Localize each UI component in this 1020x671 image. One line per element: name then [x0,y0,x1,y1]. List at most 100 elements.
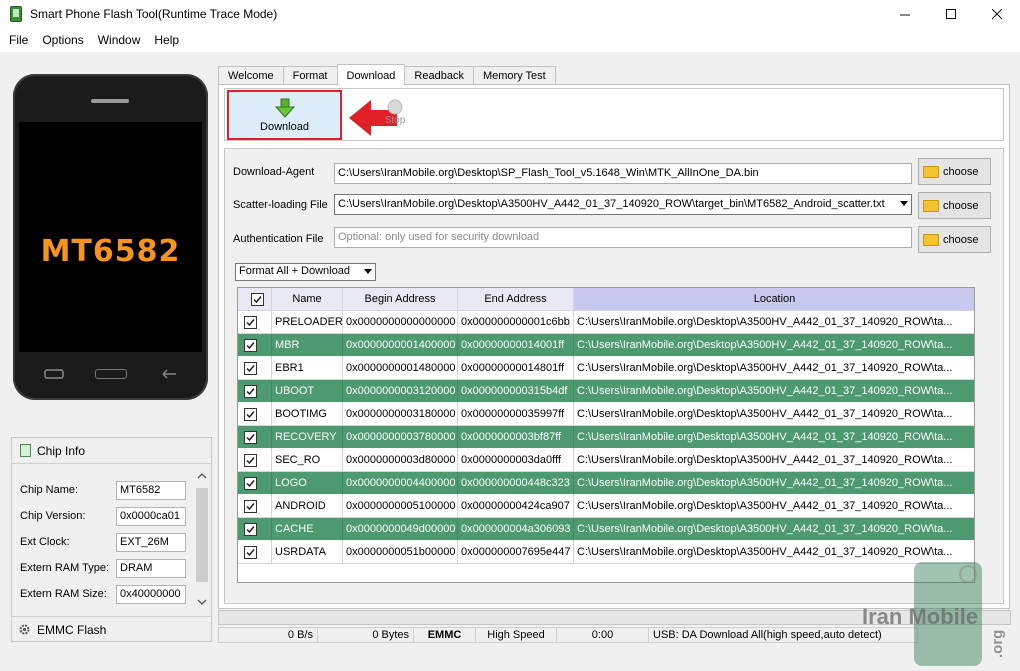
tab-memory-test[interactable]: Memory Test [472,66,556,85]
table-row[interactable]: SEC_RO 0x0000000003d80000 0x0000000003da0f… [238,449,974,472]
gear-icon [19,624,30,635]
emmc-flash-header[interactable]: EMMC Flash [12,616,211,642]
cell-begin-address: 0x0000000000000000 [343,311,458,334]
table-row[interactable]: LOGO 0x0000000004400000 0x000000000448c323… [238,472,974,495]
close-button[interactable] [974,0,1020,28]
chevron-down-icon [364,269,372,274]
row-checkbox[interactable] [244,384,257,398]
table-row[interactable]: BOOTIMG 0x0000000003180000 0x0000000003599… [238,403,974,426]
green-down-arrow-icon [274,98,295,118]
chip-info-icon [20,444,31,457]
cell-name: ANDROID [272,495,343,518]
check-icon [246,525,255,533]
auth-file-field[interactable]: Optional: only used for security downloa… [334,227,912,248]
choose-label: choose [943,233,979,246]
check-icon [246,502,255,510]
header-name[interactable]: Name [272,288,343,311]
row-checkbox[interactable] [244,476,257,490]
scatter-file-value: C:\Users\IranMobile.org\Desktop\A3500HV_… [338,198,885,210]
scatter-file-select[interactable]: C:\Users\IranMobile.org\Desktop\A3500HV_… [334,194,912,215]
chip-value[interactable]: 0x0000ca01 [116,506,186,526]
row-checkbox[interactable] [244,338,257,352]
folder-icon [923,199,939,212]
chip-info-header[interactable]: Chip Info [12,438,211,464]
scroll-down-icon[interactable] [197,598,207,606]
tab-download[interactable]: Download [336,64,406,86]
table-row[interactable]: UBOOT 0x0000000003120000 0x000000000315b4d… [238,380,974,403]
table-row[interactable]: PRELOADER 0x0000000000000000 0x00000000000… [238,311,974,334]
row-checkbox-cell [238,518,272,541]
menu-window[interactable]: Window [91,33,148,47]
chip-value[interactable]: EXT_26M [116,532,186,552]
cell-begin-address: 0x0000000003780000 [343,426,458,449]
stop-label: Stop [384,115,406,126]
row-checkbox[interactable] [244,545,257,559]
download-agent-label: Download-Agent [233,166,315,178]
cell-end-address: 0x00000000014001ff [458,334,574,357]
download-button[interactable]: Download [227,90,342,140]
folder-icon [923,233,939,246]
tab-format[interactable]: Format [282,66,338,85]
header-begin-address[interactable]: Begin Address [343,288,458,311]
table-row[interactable]: MBR 0x0000000001400000 0x00000000014001ff C… [238,334,974,357]
row-checkbox[interactable] [244,522,257,536]
phone-app-icon [10,6,22,22]
minimize-button[interactable] [882,0,928,28]
maximize-icon [945,8,956,19]
header-end-address[interactable]: End Address [458,288,574,311]
chip-label: Chip Name: [20,484,79,496]
row-checkbox[interactable] [244,430,257,444]
menu-help[interactable]: Help [147,33,186,47]
header-location[interactable]: Location [574,288,974,311]
row-checkbox-cell [238,357,272,380]
choose-auth-button[interactable]: choose [918,226,991,253]
row-checkbox[interactable] [244,499,257,513]
table-row[interactable]: ANDROID 0x0000000005100000 0x00000000424ca… [238,495,974,518]
title-bar: Smart Phone Flash Tool(Runtime Trace Mod… [0,0,1020,28]
chip-value[interactable]: MT6582 [116,480,186,500]
download-mode-select[interactable]: Format All + Download [235,263,376,281]
download-label: Download [260,120,309,133]
menu-options[interactable]: Options [35,33,90,47]
download-agent-field[interactable]: C:\Users\IranMobile.org\Desktop\SP_Flash… [334,163,912,184]
cell-location: C:\Users\IranMobile.org\Desktop\A3500HV_… [574,380,974,403]
cell-location: C:\Users\IranMobile.org\Desktop\A3500HV_… [574,518,974,541]
cell-name: UBOOT [272,380,343,403]
status-bar: 0 B/s 0 Bytes EMMC High Speed 0:00 USB: … [218,627,1018,643]
download-form: Download-Agent C:\Users\IranMobile.org\D… [224,148,1004,604]
status-time: 0:00 [556,627,649,643]
table-row[interactable]: CACHE 0x0000000049d00000 0x000000004a30609… [238,518,974,541]
scroll-up-icon[interactable] [197,472,207,480]
row-checkbox-cell [238,380,272,403]
chip-row-ram-size: Extern RAM Size: 0x40000000 [20,584,186,604]
menu-file[interactable]: File [2,33,35,47]
emmc-flash-label: EMMC Flash [37,622,107,637]
phone-screen: MT6582 [19,122,202,352]
table-row[interactable]: EBR1 0x0000000001480000 0x00000000014801ff… [238,357,974,380]
stop-button[interactable]: Stop [375,99,415,139]
choose-download-agent-button[interactable]: choose [918,158,991,185]
row-checkbox[interactable] [244,453,257,467]
select-all-checkbox[interactable] [251,292,264,306]
row-checkbox[interactable] [244,407,257,421]
chip-info-scrollbar[interactable] [195,470,209,612]
chip-value[interactable]: 0x40000000 [116,584,186,604]
tab-readback[interactable]: Readback [404,66,474,85]
table-row[interactable]: RECOVERY 0x0000000003780000 0x0000000003bf… [238,426,974,449]
cell-name: SEC_RO [272,449,343,472]
row-checkbox[interactable] [244,315,257,329]
maximize-button[interactable] [928,0,974,28]
row-checkbox[interactable] [244,361,257,375]
row-checkbox-cell [238,334,272,357]
chip-value[interactable]: DRAM [116,558,186,578]
home-key [95,369,127,379]
scrollbar-thumb[interactable] [196,488,208,582]
tab-welcome[interactable]: Welcome [218,66,284,85]
table-row[interactable]: USRDATA 0x0000000051b00000 0x000000007695e… [238,541,974,564]
cell-name: RECOVERY [272,426,343,449]
tab-bar: Welcome Format Download Readback Memory … [218,64,556,86]
cell-end-address: 0x000000004a306093 [458,518,574,541]
chip-row-name: Chip Name: MT6582 [20,480,186,500]
select-all-cell [238,288,272,311]
choose-scatter-button[interactable]: choose [918,192,991,219]
